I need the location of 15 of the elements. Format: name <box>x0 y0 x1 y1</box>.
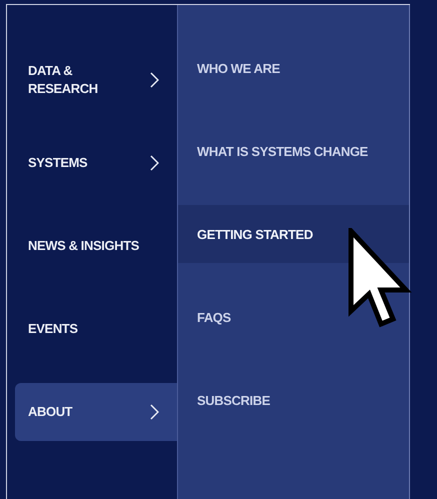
menu-item-label: ABOUT <box>28 402 72 421</box>
submenu-item[interactable]: WHO WE ARE <box>178 39 409 97</box>
menu-item-label: DATA & RESEARCH <box>28 62 98 98</box>
menu-item[interactable]: NEWS & INSIGHTS <box>15 217 177 275</box>
submenu-item[interactable]: SUBSCRIBE <box>178 371 409 429</box>
menu-item[interactable]: ABOUT <box>15 383 177 441</box>
submenu-item[interactable]: WHAT IS SYSTEMS CHANGE <box>178 122 409 180</box>
menu-item-label: EVENTS <box>28 320 78 338</box>
menu-item-label: NEWS & INSIGHTS <box>28 236 140 255</box>
submenu-item[interactable]: FAQS <box>178 288 409 346</box>
menu-item[interactable]: DATA & RESEARCH <box>15 51 177 109</box>
submenu-item[interactable]: GETTING STARTED <box>178 205 409 263</box>
menu-item-label: SYSTEMS <box>28 154 88 172</box>
menu-item[interactable]: EVENTS <box>15 300 177 358</box>
menu-item[interactable]: SYSTEMS <box>15 134 177 192</box>
